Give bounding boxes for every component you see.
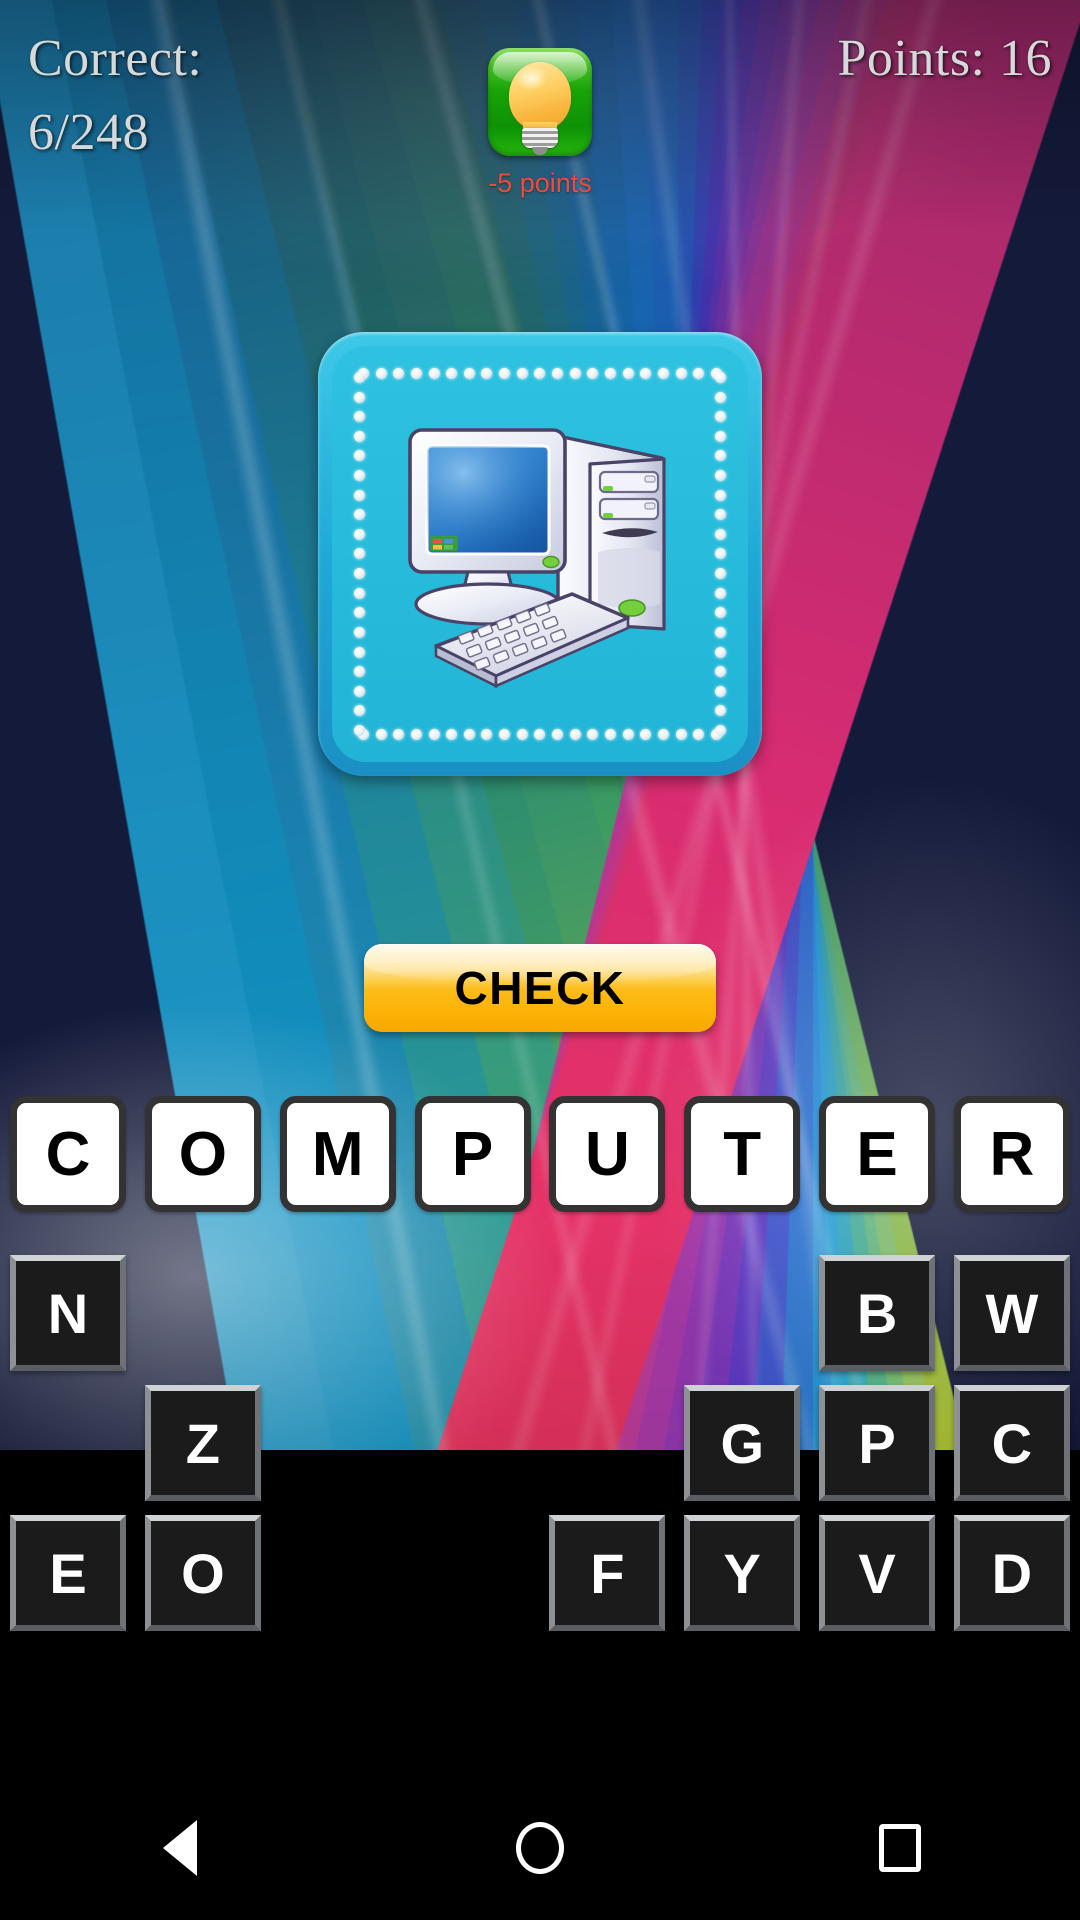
letter-key-empty: [549, 1385, 665, 1501]
letter-key[interactable]: O: [144, 1515, 261, 1631]
letter-key-empty: [415, 1515, 531, 1631]
bulb-glass: [509, 62, 571, 130]
home-icon: [516, 1821, 564, 1874]
recents-button[interactable]: [825, 1775, 975, 1920]
letter-key-empty: [280, 1515, 396, 1631]
back-icon: [163, 1819, 197, 1876]
picture-card[interactable]: [318, 332, 762, 776]
bulb-base: [522, 128, 558, 148]
letter-bank-row: EO FYVD: [10, 1515, 1070, 1631]
correct-counter: Correct: 6/248: [28, 22, 358, 170]
letter-key[interactable]: V: [819, 1515, 936, 1631]
recents-icon: [879, 1823, 921, 1872]
letter-key[interactable]: E: [10, 1515, 126, 1631]
correct-label: Correct:: [28, 30, 203, 87]
letter-bank-row: Z GPC: [10, 1385, 1070, 1501]
letter-key-empty: [415, 1255, 531, 1371]
picture-card-inner: [332, 346, 748, 762]
letter-key-empty: [415, 1385, 531, 1501]
letter-key[interactable]: G: [684, 1385, 801, 1501]
letter-key-empty: [280, 1255, 396, 1371]
letter-key[interactable]: W: [953, 1255, 1070, 1371]
letter-key[interactable]: P: [819, 1385, 936, 1501]
points-display: Points: 16: [837, 30, 1052, 87]
letter-key[interactable]: C: [953, 1385, 1070, 1501]
lightbulb-icon[interactable]: [488, 48, 592, 156]
correct-value: 6/248: [28, 103, 149, 161]
check-button-label: CHECK: [454, 962, 626, 1014]
letter-key-empty: [549, 1255, 665, 1371]
letter-key-empty: [10, 1385, 126, 1501]
game-screen: Correct: 6/248 Points: 16 -5 points CHEC…: [0, 0, 1080, 1920]
answer-slot[interactable]: C: [10, 1096, 126, 1212]
letter-key[interactable]: N: [10, 1255, 126, 1371]
hint-area: -5 points: [430, 48, 650, 199]
header: Correct: 6/248 Points: 16 -5 points: [0, 0, 1080, 230]
letter-key[interactable]: Z: [144, 1385, 261, 1501]
answer-word-row: COMPUTER: [0, 1096, 1080, 1212]
letter-bank-row: N BW: [10, 1255, 1070, 1371]
android-navigation-bar: [0, 1775, 1080, 1920]
hint-cost-label: -5 points: [488, 168, 592, 198]
letter-key-empty: [684, 1255, 800, 1371]
bulb-tip: [532, 147, 548, 155]
letter-key[interactable]: D: [953, 1515, 1070, 1631]
answer-slot[interactable]: U: [549, 1096, 666, 1212]
answer-slot[interactable]: M: [279, 1096, 396, 1212]
letter-key[interactable]: Y: [684, 1515, 801, 1631]
letter-key[interactable]: B: [819, 1255, 936, 1371]
answer-slot[interactable]: O: [144, 1096, 261, 1212]
letter-key[interactable]: F: [549, 1515, 666, 1631]
desktop-computer-icon: [408, 428, 666, 689]
home-button[interactable]: [465, 1775, 615, 1920]
answer-slot[interactable]: E: [819, 1096, 936, 1212]
answer-slot[interactable]: P: [414, 1096, 531, 1212]
answer-slot[interactable]: R: [953, 1096, 1070, 1212]
check-button[interactable]: CHECK: [364, 944, 716, 1032]
answer-slot[interactable]: T: [684, 1096, 801, 1212]
letter-key-empty: [145, 1255, 261, 1371]
letter-bank: N BW Z GPC EO FYVD: [0, 1255, 1080, 1631]
back-button[interactable]: [105, 1775, 255, 1920]
letter-key-empty: [280, 1385, 396, 1501]
